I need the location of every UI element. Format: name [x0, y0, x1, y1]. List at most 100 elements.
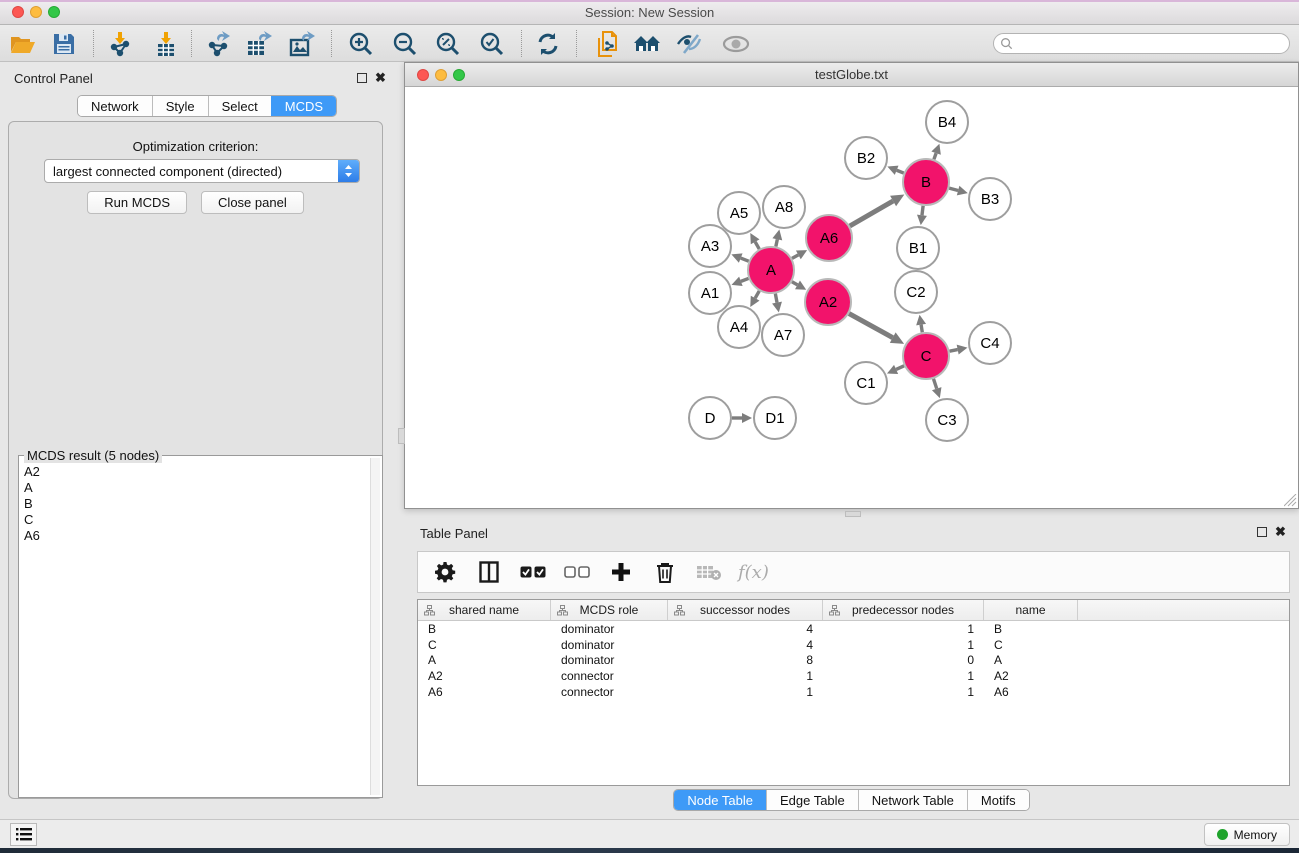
memory-button[interactable]: Memory	[1204, 823, 1290, 846]
graph-edge-A2-C[interactable]	[849, 314, 893, 338]
toolbar-search[interactable]	[993, 33, 1290, 54]
import-network-icon[interactable]	[102, 27, 138, 60]
search-icon	[1000, 37, 1013, 50]
result-item[interactable]: A6	[21, 528, 370, 544]
graph-edge-A-A5[interactable]	[755, 242, 759, 249]
table-cell: A	[418, 653, 551, 667]
table-cell: C	[418, 638, 551, 652]
table-header-row: shared nameMCDS rolesuccessor nodesprede…	[418, 600, 1289, 621]
graph-edge-B-B4[interactable]	[934, 153, 936, 159]
table-panel-close-icon[interactable]: ✖	[1275, 527, 1286, 537]
graph-edge-C-C3[interactable]	[933, 379, 936, 389]
horizontal-splitter-handle[interactable]	[398, 428, 405, 444]
show-eye-icon[interactable]	[718, 27, 754, 60]
vertical-splitter-handle[interactable]	[845, 511, 861, 517]
table-cell: 1	[668, 685, 823, 699]
graph-edge-A-A6[interactable]	[792, 255, 798, 258]
zoom-in-icon[interactable]	[343, 27, 379, 60]
graph-svg[interactable]: AA1A2A3A4A5A6A7A8BB1B2B3B4CC1C2C3C4DD1	[405, 87, 1298, 508]
table-cell: A6	[418, 685, 551, 699]
delete-table-icon[interactable]	[694, 557, 724, 587]
save-session-icon[interactable]	[46, 27, 82, 60]
column-header-name[interactable]: name	[984, 600, 1078, 620]
tab-mcds[interactable]: MCDS	[271, 96, 336, 116]
graph-node-label: B1	[909, 240, 927, 257]
import-table-icon[interactable]	[148, 27, 184, 60]
function-builder-icon[interactable]: f(x)	[738, 562, 769, 583]
hide-gravity-icon[interactable]	[672, 27, 708, 60]
graph-edge-B-B1[interactable]	[922, 206, 923, 215]
tab-network-table[interactable]: Network Table	[858, 790, 967, 810]
tab-edge-table[interactable]: Edge Table	[766, 790, 858, 810]
network-canvas[interactable]: AA1A2A3A4A5A6A7A8BB1B2B3B4CC1C2C3C4DD1	[405, 87, 1298, 508]
column-layout-icon[interactable]	[474, 557, 504, 587]
graph-node-label: C2	[906, 284, 925, 301]
graph-edge-A-A3[interactable]	[741, 258, 749, 261]
clone-network-icon[interactable]	[590, 27, 626, 60]
deselect-all-icon[interactable]	[562, 557, 592, 587]
tab-style[interactable]: Style	[152, 96, 208, 116]
control-panel-close-icon[interactable]: ✖	[375, 73, 386, 83]
zoom-selected-icon[interactable]	[474, 27, 510, 60]
zoom-fit-icon[interactable]	[430, 27, 466, 60]
run-mcds-button[interactable]: Run MCDS	[87, 191, 187, 214]
tab-network[interactable]: Network	[78, 96, 152, 116]
graph-edge-C-C4[interactable]	[950, 350, 958, 352]
add-column-icon[interactable]	[606, 557, 636, 587]
mcds-result-box: MCDS result (5 nodes) A2ABCA6	[18, 455, 383, 798]
export-network-icon[interactable]	[200, 27, 236, 60]
result-item[interactable]: A	[21, 480, 370, 496]
graph-edge-C-C2[interactable]	[921, 325, 922, 333]
column-header-shared-name[interactable]: shared name	[418, 600, 551, 620]
result-item[interactable]: A2	[21, 464, 370, 480]
cybrowser-home-icon[interactable]	[629, 27, 665, 60]
mcds-result-list[interactable]: A2ABCA6	[21, 464, 370, 795]
zoom-out-icon[interactable]	[387, 27, 423, 60]
graph-edge-A-A7[interactable]	[775, 294, 777, 303]
table-row[interactable]: A2connector11A2	[418, 668, 1289, 684]
table-cell: B	[418, 622, 551, 636]
graph-edge-A-A1[interactable]	[741, 278, 749, 281]
graph-node-label: B	[921, 174, 931, 191]
column-header-MCDS-role[interactable]: MCDS role	[551, 600, 668, 620]
result-item[interactable]: C	[21, 512, 370, 528]
task-history-button[interactable]	[10, 823, 37, 846]
graph-node-label: B2	[857, 150, 875, 167]
result-scrollbar[interactable]	[370, 458, 380, 795]
delete-column-trash-icon[interactable]	[650, 557, 680, 587]
graph-edge-A-A8[interactable]	[776, 239, 777, 246]
graph-edge-A-A4[interactable]	[755, 291, 759, 298]
search-input[interactable]	[1013, 37, 1289, 51]
node-table[interactable]: shared nameMCDS rolesuccessor nodesprede…	[417, 599, 1290, 786]
toolbar-separator	[331, 30, 332, 57]
export-image-icon[interactable]	[285, 27, 321, 60]
graph-edge-B-B2[interactable]	[897, 170, 904, 173]
edge-arrowhead	[772, 230, 782, 241]
graph-edge-B-B3[interactable]	[949, 188, 958, 190]
window-resize-grip[interactable]	[1284, 494, 1297, 507]
graph-node-label: A3	[701, 238, 719, 255]
export-table-icon[interactable]	[242, 27, 278, 60]
table-cell: 8	[668, 653, 823, 667]
open-session-icon[interactable]	[5, 27, 41, 60]
table-settings-gear-icon[interactable]	[430, 557, 460, 587]
table-panel-float-icon[interactable]	[1257, 527, 1267, 537]
graph-edge-A6-B[interactable]	[850, 201, 893, 226]
graph-edge-C-C1[interactable]	[896, 366, 904, 370]
refresh-layout-icon[interactable]	[530, 27, 566, 60]
control-panel-float-icon[interactable]	[357, 73, 367, 83]
table-row[interactable]: Cdominator41C	[418, 637, 1289, 653]
criterion-dropdown[interactable]: largest connected component (directed)	[44, 159, 360, 183]
select-all-icon[interactable]	[518, 557, 548, 587]
tab-node-table[interactable]: Node Table	[674, 790, 766, 810]
result-item[interactable]: B	[21, 496, 370, 512]
column-header-predecessor-nodes[interactable]: predecessor nodes	[823, 600, 984, 620]
graph-edge-A-A2[interactable]	[792, 282, 798, 285]
tab-motifs[interactable]: Motifs	[967, 790, 1029, 810]
table-row[interactable]: Adominator80A	[418, 652, 1289, 668]
tab-select[interactable]: Select	[208, 96, 271, 116]
table-row[interactable]: Bdominator41B	[418, 621, 1289, 637]
close-panel-button[interactable]: Close panel	[201, 191, 304, 214]
table-row[interactable]: A6connector11A6	[418, 684, 1289, 700]
column-header-successor-nodes[interactable]: successor nodes	[668, 600, 823, 620]
